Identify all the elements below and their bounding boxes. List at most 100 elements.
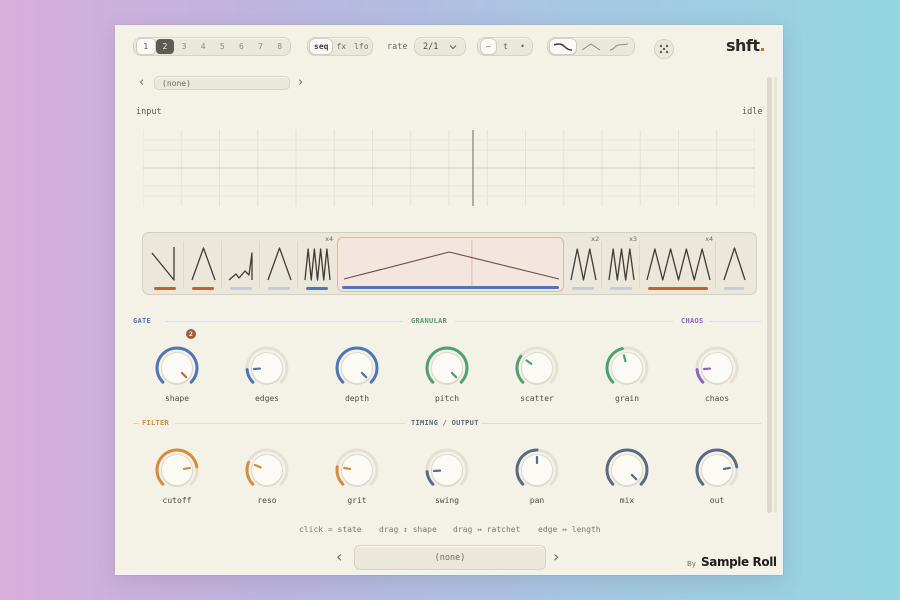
- knob-mix[interactable]: [603, 446, 651, 494]
- step-shape-multi-tri: [570, 248, 597, 281]
- knob-chaos-label: chaos: [704, 394, 730, 403]
- knob-mix-graphic: [605, 448, 649, 487]
- knob-chaos[interactable]: [693, 344, 741, 392]
- section-timing-line: [481, 423, 761, 424]
- waveform-monitor: [143, 130, 755, 206]
- knob-pitch[interactable]: [423, 344, 471, 392]
- knob-grain-label: grain: [614, 394, 640, 403]
- sequencer-step-8[interactable]: x3: [603, 235, 640, 292]
- draw-tool-1[interactable]: —: [481, 39, 496, 54]
- randomize-dice-icon[interactable]: [654, 39, 674, 59]
- knob-shape[interactable]: [153, 344, 201, 392]
- draw-tool-2[interactable]: t: [498, 39, 513, 54]
- section-gate: GATE: [133, 317, 152, 325]
- sequencer-step-6[interactable]: [337, 237, 564, 292]
- step-shape-big-triangle: [343, 240, 560, 288]
- rate-select[interactable]: 2/1: [414, 37, 466, 56]
- knob-swing-label: swing: [434, 496, 460, 505]
- knob-shape-graphic: [155, 346, 199, 385]
- step-shape-triangle: [267, 247, 292, 281]
- chevron-down-icon: [449, 44, 457, 49]
- preset-name-top[interactable]: (none): [154, 76, 290, 90]
- step-ratchet-label: x4: [325, 235, 333, 243]
- step-shape-ramp-steps: [228, 252, 253, 281]
- slot-2[interactable]: 2: [156, 39, 174, 54]
- knob-grit-graphic: [335, 448, 379, 487]
- section-granular-line: [455, 321, 673, 322]
- step-state-bar: [648, 287, 708, 290]
- knob-scatter[interactable]: [513, 344, 561, 392]
- knob-shape-label: shape: [164, 394, 190, 403]
- curve-triangle-icon[interactable]: [578, 39, 604, 54]
- sequencer-step-3[interactable]: [223, 237, 260, 292]
- knob-out-label: out: [709, 496, 725, 505]
- brand-credit: By Sample Roll: [687, 551, 777, 570]
- slot-5[interactable]: 5: [214, 39, 232, 54]
- mode-tab-lfo[interactable]: lfo: [350, 39, 372, 54]
- knob-mix-label: mix: [619, 496, 635, 505]
- scrollbar-track[interactable]: [767, 77, 772, 513]
- knob-grain[interactable]: [603, 344, 651, 392]
- step-state-bar: [724, 287, 744, 290]
- sequencer-step-5[interactable]: x4: [299, 235, 336, 292]
- sequencer-step-9[interactable]: x4: [641, 235, 716, 292]
- mode-tab-fx[interactable]: fx: [332, 39, 350, 54]
- knob-out[interactable]: [693, 446, 741, 494]
- step-sequencer: x4 x2 x3 x4: [142, 232, 757, 295]
- knob-depth[interactable]: [333, 344, 381, 392]
- knob-pitch-graphic: [425, 346, 469, 385]
- modulation-badge: 2: [186, 329, 196, 339]
- hint-text: drag ↕ shape: [379, 525, 437, 534]
- step-shape-triangle: [191, 247, 216, 281]
- slot-1[interactable]: 1: [137, 39, 155, 54]
- knob-depth-label: depth: [344, 394, 370, 403]
- section-filter: FILTER: [142, 419, 170, 427]
- slot-3[interactable]: 3: [175, 39, 193, 54]
- knob-cutoff-label: cutoff: [162, 496, 192, 505]
- hint-text: edge ↔ length: [538, 525, 601, 534]
- step-state-bar: [610, 287, 632, 290]
- slot-6[interactable]: 6: [233, 39, 251, 54]
- monitor-input-label: input: [136, 107, 162, 117]
- knob-grain-graphic: [605, 346, 649, 385]
- knob-depth-graphic: [335, 346, 379, 385]
- section-filter-line-left: [133, 423, 139, 424]
- knob-out-graphic: [695, 448, 739, 487]
- step-ratchet-label: x2: [591, 235, 599, 243]
- curve-rise-icon[interactable]: [606, 39, 632, 54]
- sequencer-step-2[interactable]: [185, 237, 222, 292]
- step-state-bar: [154, 287, 176, 290]
- preset-next-icon[interactable]: ›: [298, 75, 303, 90]
- sequencer-step-7[interactable]: x2: [565, 235, 602, 292]
- sequencer-step-10[interactable]: [717, 237, 752, 292]
- knob-scatter-graphic: [515, 346, 559, 385]
- monitor-status: idle: [742, 107, 763, 117]
- draw-tool-3[interactable]: •: [515, 39, 530, 54]
- slot-8[interactable]: 8: [271, 39, 289, 54]
- knob-edges[interactable]: [243, 344, 291, 392]
- app-logo: shft.: [726, 36, 766, 55]
- knob-cutoff[interactable]: [153, 446, 201, 494]
- scrollbar-thumb[interactable]: [774, 77, 777, 513]
- knob-grit[interactable]: [333, 446, 381, 494]
- mode-tab-seq[interactable]: seq: [310, 39, 333, 54]
- slot-selector: 12345678: [133, 37, 291, 56]
- curve-down-icon[interactable]: [550, 39, 576, 54]
- step-ratchet-label: x3: [629, 235, 637, 243]
- brand-by: By: [687, 560, 696, 568]
- slot-4[interactable]: 4: [194, 39, 212, 54]
- preset-prev-icon[interactable]: ‹: [139, 75, 144, 90]
- step-state-bar: [268, 287, 290, 290]
- preset-next-bottom-icon[interactable]: ›: [553, 547, 559, 566]
- knob-pan-label: pan: [529, 496, 545, 505]
- slot-7[interactable]: 7: [252, 39, 270, 54]
- sequencer-step-1[interactable]: [147, 237, 184, 292]
- knob-pan[interactable]: [513, 446, 561, 494]
- section-chaos-line: [709, 321, 761, 322]
- sequencer-step-4[interactable]: [261, 237, 298, 292]
- knob-reso[interactable]: [243, 446, 291, 494]
- brand-name: Sample Roll: [701, 555, 777, 569]
- preset-prev-bottom-icon[interactable]: ‹: [336, 547, 342, 566]
- knob-swing[interactable]: [423, 446, 471, 494]
- preset-name-bottom[interactable]: (none): [354, 545, 546, 570]
